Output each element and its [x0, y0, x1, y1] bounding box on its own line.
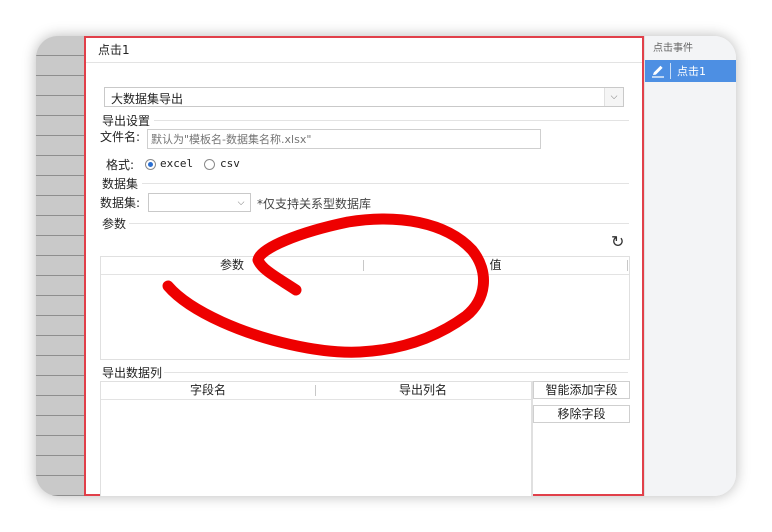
col-field-name: 字段名 — [189, 383, 226, 397]
dataset-field-label: 数据集: — [100, 196, 141, 210]
export-columns-table: 字段名 导出列名 — [100, 381, 532, 496]
click-events-panel: 点击事件 点击1 — [644, 36, 736, 496]
format-excel-radio[interactable] — [145, 159, 156, 170]
screenshot-frame: 点击1 大数据集导出 ⌵ 导出设置 文件名: 格式: excel csv 数据集… — [36, 36, 736, 496]
dataset-select[interactable]: ⌵ — [148, 193, 251, 212]
dataset-divider — [142, 183, 629, 184]
event-item-click1[interactable]: 点击1 — [645, 60, 736, 82]
export-settings-label: 导出设置 — [102, 114, 151, 128]
filename-label: 文件名: — [100, 130, 141, 144]
button-column-divider — [532, 381, 533, 496]
params-section-label: 参数 — [102, 217, 127, 231]
event-item-label: 点击1 — [677, 65, 706, 78]
left-list-strip — [36, 36, 84, 496]
edit-icon[interactable] — [649, 62, 667, 80]
format-excel-label: excel — [160, 157, 194, 170]
params-col-value: 值 — [489, 258, 502, 272]
event-item-divider — [670, 63, 671, 79]
filename-input[interactable] — [147, 129, 541, 149]
title-divider — [86, 62, 642, 63]
col-export-name: 导出列名 — [398, 383, 447, 397]
chevron-down-icon[interactable]: ⌵ — [232, 194, 250, 211]
export-settings-divider — [154, 120, 629, 121]
action-type-value: 大数据集导出 — [111, 92, 184, 106]
params-table: 参数 值 — [100, 256, 630, 360]
remove-field-button[interactable]: 移除字段 — [533, 405, 630, 423]
dataset-hint: *仅支持关系型数据库 — [257, 197, 372, 211]
event-editor-dialog: 点击1 大数据集导出 ⌵ 导出设置 文件名: 格式: excel csv 数据集… — [84, 36, 644, 496]
params-table-header: 参数 值 — [101, 257, 629, 275]
format-label: 格式: — [106, 158, 135, 172]
refresh-icon[interactable]: ↻ — [611, 234, 624, 250]
dataset-section-label: 数据集 — [102, 177, 139, 191]
params-divider — [129, 223, 629, 224]
dialog-title: 点击1 — [98, 43, 130, 57]
chevron-down-icon[interactable]: ⌵ — [604, 88, 623, 106]
events-panel-title: 点击事件 — [653, 43, 693, 54]
smart-add-fields-button[interactable]: 智能添加字段 — [533, 381, 630, 399]
export-columns-table-header: 字段名 导出列名 — [101, 382, 531, 400]
params-col-param: 参数 — [219, 258, 244, 272]
format-csv-label: csv — [220, 157, 240, 170]
column-separator — [627, 260, 628, 271]
format-csv-radio[interactable] — [204, 159, 215, 170]
export-columns-divider — [164, 372, 628, 373]
action-type-select[interactable]: 大数据集导出 ⌵ — [104, 87, 624, 107]
export-columns-section-label: 导出数据列 — [102, 366, 163, 380]
